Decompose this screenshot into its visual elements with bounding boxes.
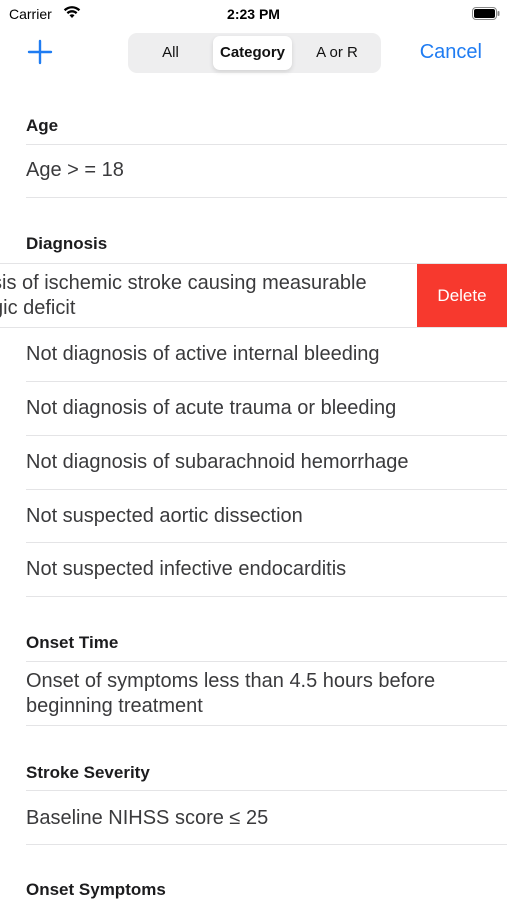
swiped-item-line-1: sis of ischemic stroke causing measurabl… bbox=[0, 272, 367, 294]
swiped-item-line-2: gic deficit bbox=[0, 297, 76, 319]
section-header-onset-symptoms: Onset Symptoms bbox=[26, 880, 166, 899]
divider bbox=[26, 197, 507, 198]
divider bbox=[26, 725, 507, 726]
swiped-item-label: sis of ischemic stroke causing measurabl… bbox=[0, 271, 412, 321]
list-item[interactable]: Age > = 18 bbox=[0, 144, 507, 198]
delete-button[interactable]: Delete bbox=[417, 264, 507, 328]
status-time: 2:23 PM bbox=[227, 6, 280, 22]
list-item[interactable]: Not suspected aortic dissection bbox=[0, 490, 507, 544]
list-item-label: Baseline NIHSS score ≤ 25 bbox=[26, 807, 269, 829]
section-header-stroke-severity: Stroke Severity bbox=[26, 763, 150, 782]
section-header-onset-time: Onset Time bbox=[26, 633, 119, 652]
list-item[interactable]: Not diagnosis of acute trauma or bleedin… bbox=[0, 382, 507, 436]
swiped-list-item[interactable]: sis of ischemic stroke causing measurabl… bbox=[0, 264, 507, 328]
add-icon[interactable] bbox=[27, 39, 53, 65]
cancel-button[interactable]: Cancel bbox=[420, 41, 482, 64]
segment-a-or-r[interactable]: A or R bbox=[296, 36, 378, 70]
list-item-label: Not suspected infective endocarditis bbox=[26, 558, 347, 580]
list-item[interactable]: Not suspected infective endocarditis bbox=[0, 543, 507, 597]
segmented-control: All Category A or R bbox=[128, 33, 381, 73]
list-item-label: Not diagnosis of active internal bleedin… bbox=[26, 343, 380, 365]
status-bar: Carrier 2:23 PM bbox=[0, 0, 507, 26]
navigation-bar: All Category A or R Cancel bbox=[0, 26, 507, 82]
list-item[interactable]: Baseline NIHSS score ≤ 25 bbox=[0, 791, 507, 845]
list-item-label: Not suspected aortic dissection bbox=[26, 505, 303, 527]
divider bbox=[26, 596, 507, 597]
list-item-label: Not diagnosis of subarachnoid hemorrhage bbox=[26, 451, 409, 473]
list-item[interactable]: Onset of symptoms less than 4.5 hours be… bbox=[0, 662, 507, 726]
list-item-label: Age > = 18 bbox=[26, 159, 124, 181]
list-item-label: Not diagnosis of acute trauma or bleedin… bbox=[26, 397, 397, 419]
list-item-label: Onset of symptoms less than 4.5 hours be… bbox=[26, 670, 436, 717]
criteria-list[interactable]: Age Age > = 18 Diagnosis sis of ischemic… bbox=[0, 82, 507, 900]
divider bbox=[26, 844, 507, 845]
segment-all[interactable]: All bbox=[131, 36, 210, 70]
list-item[interactable]: Not diagnosis of active internal bleedin… bbox=[0, 328, 507, 382]
section-header-diagnosis: Diagnosis bbox=[26, 234, 108, 253]
segment-category[interactable]: Category bbox=[213, 36, 292, 70]
battery-icon bbox=[472, 7, 500, 20]
section-header-age: Age bbox=[26, 116, 59, 135]
list-item[interactable]: Not diagnosis of subarachnoid hemorrhage bbox=[0, 436, 507, 490]
